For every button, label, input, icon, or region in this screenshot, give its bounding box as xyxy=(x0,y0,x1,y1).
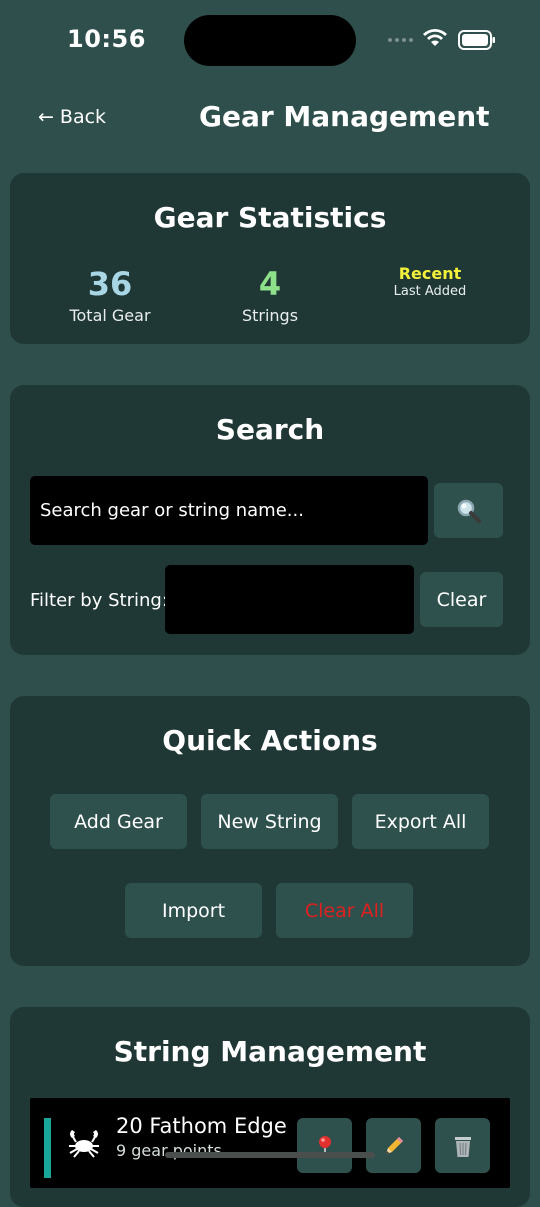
filter-string-select[interactable] xyxy=(165,565,414,634)
back-arrow-icon: ← xyxy=(38,106,54,128)
delete-string-button[interactable] xyxy=(435,1118,490,1173)
search-title: Search xyxy=(215,413,325,446)
search-card: Search Filter by String: Clear xyxy=(10,385,530,655)
wifi-icon xyxy=(423,29,447,46)
cellular-signal-icon xyxy=(388,38,413,42)
search-button[interactable] xyxy=(434,483,503,538)
stat-strings: 4 Strings xyxy=(200,268,340,325)
gear-statistics-title: Gear Statistics xyxy=(153,201,387,234)
strings-label: Strings xyxy=(241,306,299,325)
stat-recent: Recent Last Added xyxy=(360,264,500,300)
recent-label: Last Added xyxy=(393,284,467,299)
new-string-button[interactable]: New String xyxy=(201,794,338,849)
battery-icon xyxy=(458,30,495,50)
search-input[interactable] xyxy=(30,476,428,545)
string-management-title: String Management xyxy=(113,1035,427,1068)
string-list-item[interactable]: 20 Fathom Edge 9 gear points xyxy=(30,1098,510,1188)
recent-value: Recent xyxy=(398,264,462,283)
quick-actions-card: Quick Actions Add Gear New String Export… xyxy=(10,696,530,966)
clear-filter-button[interactable]: Clear xyxy=(420,572,503,627)
add-gear-button[interactable]: Add Gear xyxy=(50,794,187,849)
clear-all-button[interactable]: Clear All xyxy=(276,883,413,938)
filter-by-string-label: Filter by String: xyxy=(30,590,168,611)
string-accent-bar xyxy=(44,1118,51,1178)
stat-total-gear: 36 Total Gear xyxy=(40,268,180,325)
dynamic-island xyxy=(184,15,356,66)
home-indicator[interactable] xyxy=(165,1152,375,1158)
strings-value: 4 xyxy=(258,265,282,303)
quick-actions-title: Quick Actions xyxy=(162,724,378,757)
string-management-card: String Management 20 Fathom Edge 9 gear … xyxy=(10,1007,530,1207)
page-title: Gear Management xyxy=(199,100,490,133)
locate-string-button[interactable] xyxy=(297,1118,352,1173)
back-label: Back xyxy=(59,106,107,128)
gear-statistics-card: Gear Statistics 36 Total Gear 4 Strings … xyxy=(10,173,530,344)
total-gear-value: 36 xyxy=(87,265,133,303)
crab-icon xyxy=(69,1130,99,1158)
edit-string-button[interactable] xyxy=(366,1118,421,1173)
trash-icon xyxy=(454,1136,471,1157)
magnifier-icon xyxy=(457,499,481,523)
status-bar: 10:56 xyxy=(0,0,540,80)
status-time: 10:56 xyxy=(67,25,146,53)
string-name: 20 Fathom Edge xyxy=(116,1114,287,1138)
import-button[interactable]: Import xyxy=(125,883,262,938)
total-gear-label: Total Gear xyxy=(69,306,151,325)
export-all-button[interactable]: Export All xyxy=(352,794,489,849)
back-button[interactable]: ← Back xyxy=(38,106,106,128)
pencil-icon xyxy=(385,1136,403,1154)
